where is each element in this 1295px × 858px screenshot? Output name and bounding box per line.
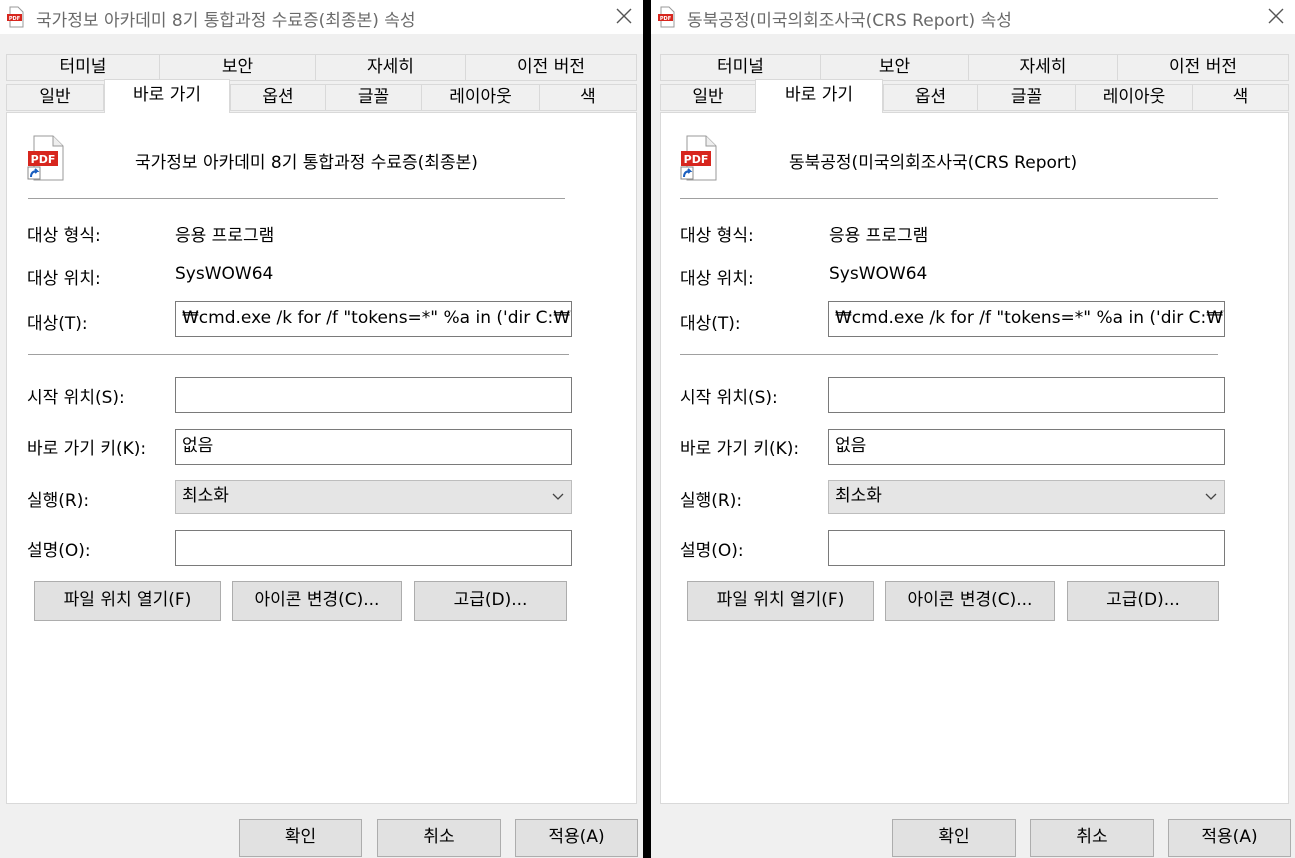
tab-colors[interactable]: 색	[1192, 84, 1289, 111]
separator	[680, 198, 1218, 199]
target-type-value: 응용 프로그램	[829, 226, 929, 246]
tab-details[interactable]: 자세히	[315, 54, 466, 81]
tab-options[interactable]: 옵션	[883, 84, 978, 111]
tab-details[interactable]: 자세히	[968, 54, 1118, 81]
change-icon-button[interactable]: 아이콘 변경(C)...	[885, 581, 1055, 621]
target-field[interactable]: ₩cmd.exe /k for /f "tokens=*" %a in ('di…	[175, 301, 572, 337]
comment-field[interactable]	[175, 530, 572, 566]
shortcut-arrow-icon	[680, 166, 694, 180]
tab-shortcut[interactable]: 바로 가기	[755, 79, 883, 113]
cancel-button[interactable]: 취소	[1030, 819, 1154, 857]
ok-button[interactable]: 확인	[239, 819, 362, 857]
tab-layout[interactable]: 레이아웃	[421, 84, 540, 111]
tab-font[interactable]: 글꼴	[977, 84, 1076, 111]
close-icon[interactable]	[613, 5, 635, 27]
target-field[interactable]: ₩cmd.exe /k for /f "tokens=*" %a in ('di…	[828, 301, 1225, 337]
chevron-down-icon	[1205, 493, 1217, 500]
target-location-label: 대상 위치:	[27, 269, 101, 289]
tab-shortcut[interactable]: 바로 가기	[104, 79, 230, 113]
tab-options[interactable]: 옵션	[230, 84, 326, 111]
comment-label: 설명(O):	[27, 541, 91, 561]
target-type-label: 대상 형식:	[680, 226, 754, 246]
shortcut-file-icon: PDF	[680, 135, 717, 181]
shortcut-key-label: 바로 가기 키(K):	[680, 439, 800, 459]
svg-text:PDF: PDF	[684, 153, 709, 166]
tab-layout[interactable]: 레이아웃	[1075, 84, 1193, 111]
shortcut-key-field[interactable]: 없음	[175, 429, 572, 465]
run-select-value: 최소화	[182, 486, 229, 506]
shortcut-key-label: 바로 가기 키(K):	[27, 439, 147, 459]
title-bar: PDF 동북공정(미국의회조사국(CRS Report) 속성	[651, 0, 1295, 34]
pdf-file-icon: PDF	[7, 6, 24, 28]
separator	[680, 354, 1218, 355]
shortcut-file-icon: PDF	[27, 135, 64, 181]
change-icon-button[interactable]: 아이콘 변경(C)...	[232, 581, 402, 621]
target-location-label: 대상 위치:	[680, 269, 754, 289]
start-in-field[interactable]	[828, 377, 1225, 413]
target-location-value: SysWOW64	[829, 264, 928, 284]
target-label: 대상(T):	[680, 314, 741, 334]
apply-button[interactable]: 적용(A)	[1168, 819, 1291, 857]
tab-font[interactable]: 글꼴	[325, 84, 422, 111]
ok-button[interactable]: 확인	[892, 819, 1016, 857]
advanced-button[interactable]: 고급(D)...	[1067, 581, 1219, 621]
properties-dialog-right: PDF 동북공정(미국의회조사국(CRS Report) 속성 터미널 보안 자…	[651, 0, 1295, 858]
shortcut-key-field[interactable]: 없음	[828, 429, 1225, 465]
tab-security[interactable]: 보안	[820, 54, 969, 81]
svg-text:PDF: PDF	[660, 16, 671, 22]
shortcut-name: 동북공정(미국의회조사국(CRS Report)	[789, 153, 1078, 173]
pdf-file-icon: PDF	[658, 6, 675, 28]
svg-text:PDF: PDF	[31, 153, 56, 166]
close-icon[interactable]	[1265, 5, 1287, 27]
title-bar: PDF 국가정보 아카데미 8기 통합과정 수료증(최종본) 속성	[0, 0, 643, 34]
shortcut-name: 국가정보 아카데미 8기 통합과정 수료증(최종본)	[135, 153, 478, 173]
start-in-label: 시작 위치(S):	[680, 388, 778, 408]
tab-general[interactable]: 일반	[660, 84, 756, 111]
open-file-location-button[interactable]: 파일 위치 열기(F)	[687, 581, 874, 621]
tab-colors[interactable]: 색	[539, 84, 637, 111]
tab-general[interactable]: 일반	[6, 84, 104, 111]
window-title: 동북공정(미국의회조사국(CRS Report) 속성	[687, 11, 1012, 31]
separator	[28, 198, 565, 199]
apply-button[interactable]: 적용(A)	[515, 819, 638, 857]
tab-terminal[interactable]: 터미널	[6, 54, 160, 81]
run-label: 실행(R):	[27, 491, 90, 511]
cancel-button[interactable]: 취소	[377, 819, 501, 857]
run-select[interactable]: 최소화	[828, 480, 1225, 514]
target-type-label: 대상 형식:	[27, 226, 101, 246]
run-select[interactable]: 최소화	[175, 480, 572, 514]
comment-field[interactable]	[828, 530, 1225, 566]
chevron-down-icon	[552, 493, 564, 500]
tab-security[interactable]: 보안	[159, 54, 316, 81]
comment-label: 설명(O):	[680, 541, 744, 561]
window-title: 국가정보 아카데미 8기 통합과정 수료증(최종본) 속성	[36, 11, 416, 31]
target-label: 대상(T):	[27, 314, 88, 334]
run-select-value: 최소화	[835, 486, 882, 506]
run-label: 실행(R):	[680, 491, 743, 511]
shortcut-arrow-icon	[27, 166, 41, 180]
tab-previous-versions[interactable]: 이전 버전	[1117, 54, 1289, 81]
start-in-field[interactable]	[175, 377, 572, 413]
tab-previous-versions[interactable]: 이전 버전	[465, 54, 637, 81]
open-file-location-button[interactable]: 파일 위치 열기(F)	[34, 581, 221, 621]
properties-dialog-left: PDF 국가정보 아카데미 8기 통합과정 수료증(최종본) 속성 터미널 보안…	[0, 0, 643, 858]
start-in-label: 시작 위치(S):	[27, 388, 125, 408]
target-location-value: SysWOW64	[175, 264, 274, 284]
target-type-value: 응용 프로그램	[175, 226, 275, 246]
svg-text:PDF: PDF	[9, 16, 20, 22]
advanced-button[interactable]: 고급(D)...	[414, 581, 567, 621]
tab-terminal[interactable]: 터미널	[660, 54, 821, 81]
separator	[28, 354, 569, 355]
